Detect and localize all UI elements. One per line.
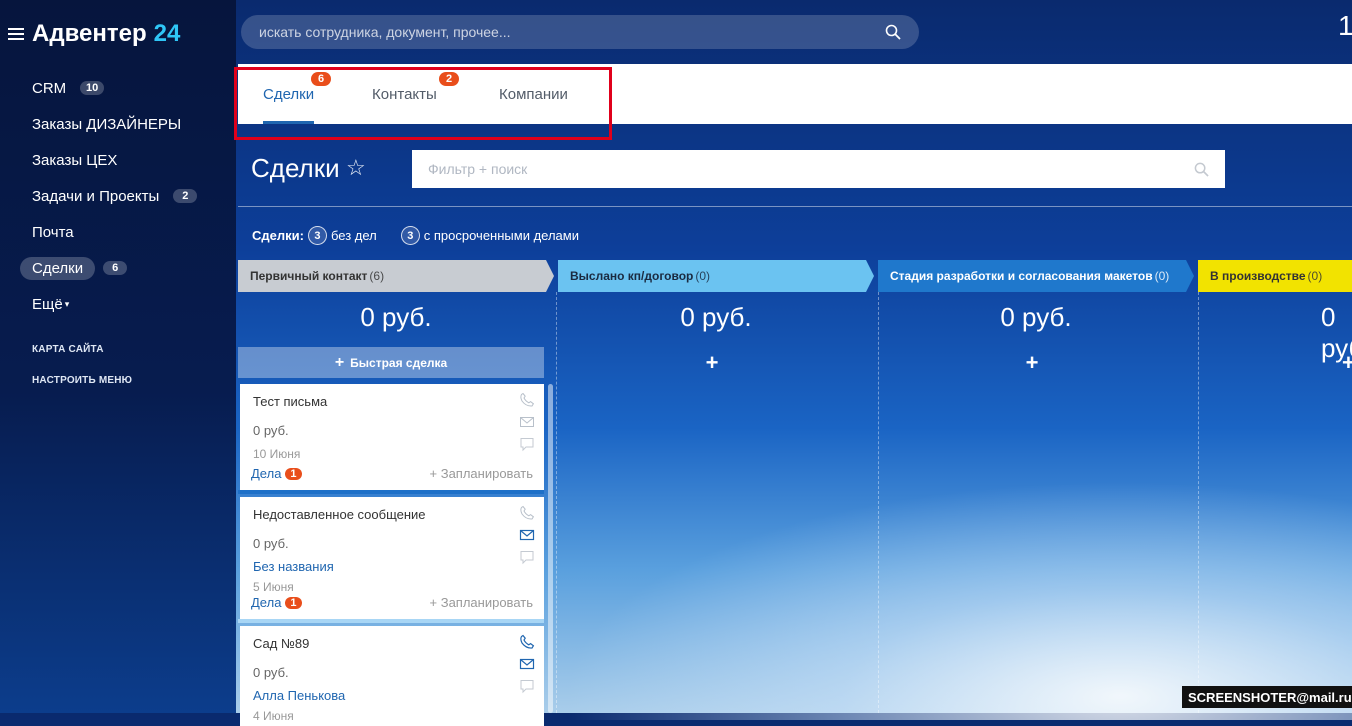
stage-sum: 0 руб. xyxy=(360,302,432,332)
sidebar-item-count: 10 xyxy=(80,81,105,95)
stage-header[interactable]: Первичный контакт (6) xyxy=(238,260,554,292)
chat-icon[interactable] xyxy=(519,549,535,565)
sidebar-item-deals[interactable]: Сделки 6 xyxy=(20,250,230,286)
search-placeholder: искать сотрудника, документ, прочее... xyxy=(259,24,511,40)
brand-name: Адвентер xyxy=(32,20,147,47)
page-title: Сделки xyxy=(251,153,340,183)
deal-actions xyxy=(519,634,535,694)
clock: 1 xyxy=(1338,10,1352,41)
deal-footer: Дела 1 + Запланировать xyxy=(251,466,533,481)
watermark: SCREENSHOTER@mail.ru xyxy=(1182,686,1352,708)
stage-sum: 0 руб. xyxy=(680,302,752,332)
column-scrollbar[interactable] xyxy=(548,384,553,713)
deal-actions xyxy=(519,392,535,452)
deal-sum: 0 руб. xyxy=(253,536,289,551)
stage-sum: 0 руб. xyxy=(1000,302,1072,332)
highlight-box xyxy=(234,67,612,140)
menu-burger-icon[interactable] xyxy=(8,28,24,40)
sidebar-item-tasks[interactable]: Задачи и Проекты 2 xyxy=(20,178,230,214)
add-deal-button[interactable]: + xyxy=(874,350,1190,376)
deal-sum: 0 руб. xyxy=(253,665,289,680)
stats-no-tasks-link[interactable]: без дел xyxy=(331,228,377,243)
brand-number: 24 xyxy=(153,20,181,47)
mail-icon[interactable] xyxy=(519,414,535,430)
deal-date: 10 Июня xyxy=(253,447,301,461)
quick-deal-button[interactable]: + Быстрая сделка xyxy=(238,347,544,378)
deal-footer: Дела 1 + Запланировать xyxy=(251,595,533,610)
deal-title[interactable]: Сад №89 xyxy=(253,636,531,651)
deal-card[interactable]: Недоставленное сообщение 0 руб. Без назв… xyxy=(240,497,544,619)
sitemap-link[interactable]: КАРТА САЙТА xyxy=(20,334,230,365)
logo[interactable]: Адвентер 24 xyxy=(8,20,180,48)
stage-header[interactable]: Выслано кп/договор (0) xyxy=(558,260,874,292)
stats-count[interactable]: 3 xyxy=(307,226,327,245)
deal-client-link[interactable]: Без названия xyxy=(253,559,531,574)
deal-stats: Сделки: 3 без дел 3 с просроченными дела… xyxy=(252,226,579,245)
stats-count[interactable]: 3 xyxy=(400,226,420,245)
deal-tasks-badge: 1 xyxy=(285,596,302,609)
search-input[interactable]: искать сотрудника, документ, прочее... xyxy=(241,15,919,49)
divider xyxy=(238,206,1352,207)
search-icon[interactable] xyxy=(1194,162,1209,177)
filter-search-input[interactable]: Фильтр + поиск xyxy=(412,150,1225,188)
mail-icon[interactable] xyxy=(519,527,535,543)
sidebar-item-designers[interactable]: Заказы ДИЗАЙНЕРЫ xyxy=(20,106,230,142)
sidebar-item-more[interactable]: Ещё ▾ xyxy=(20,286,230,322)
schedule-link[interactable]: + Запланировать xyxy=(430,466,533,481)
deal-tasks-link[interactable]: Дела xyxy=(251,466,281,481)
deal-tasks-link[interactable]: Дела xyxy=(251,595,281,610)
sidebar-item-workshop[interactable]: Заказы ЦЕХ xyxy=(20,142,230,178)
phone-icon[interactable] xyxy=(519,634,535,650)
stats-prefix: Сделки: xyxy=(252,228,304,243)
chevron-down-icon: ▾ xyxy=(64,298,70,309)
chat-icon[interactable] xyxy=(519,436,535,452)
stage-header[interactable]: Стадия разработки и согласования макетов… xyxy=(878,260,1194,292)
schedule-link[interactable]: + Запланировать xyxy=(430,595,533,610)
deal-tasks-badge: 1 xyxy=(285,467,302,480)
sidebar-item-mail[interactable]: Почта xyxy=(20,214,230,250)
phone-icon[interactable] xyxy=(519,505,535,521)
card-status-bar xyxy=(238,619,544,623)
card-status-bar xyxy=(238,490,544,494)
add-deal-button[interactable]: + xyxy=(1194,350,1352,376)
deal-actions xyxy=(519,505,535,565)
stats-overdue-link[interactable]: с просроченными делами xyxy=(424,228,579,243)
sidebar-item-count: 6 xyxy=(103,261,128,275)
phone-icon[interactable] xyxy=(519,392,535,408)
deal-sum: 0 руб. xyxy=(253,423,289,438)
deal-client-link[interactable]: Алла Пенькова xyxy=(253,688,531,703)
search-icon[interactable] xyxy=(885,24,901,40)
deal-title[interactable]: Недоставленное сообщение xyxy=(253,507,531,522)
filter-placeholder: Фильтр + поиск xyxy=(428,161,528,177)
deal-card[interactable]: Тест письма 0 руб. 10 Июня Дела 1 + Запл… xyxy=(240,384,544,490)
mail-icon[interactable] xyxy=(519,656,535,672)
add-deal-button[interactable]: + xyxy=(554,350,870,376)
plus-icon: + xyxy=(334,353,345,371)
stage-header[interactable]: В производстве (0) xyxy=(1198,260,1352,292)
deal-card[interactable]: Сад №89 0 руб. Алла Пенькова 4 Июня xyxy=(240,626,544,726)
chat-icon[interactable] xyxy=(519,678,535,694)
deal-date: 5 Июня xyxy=(253,580,294,594)
background-clouds xyxy=(560,480,1352,720)
deal-date: 4 Июня xyxy=(253,709,294,723)
sidebar-menu: CRM 10 Заказы ДИЗАЙНЕРЫ Заказы ЦЕХ Задачи… xyxy=(20,70,230,396)
configure-menu-link[interactable]: НАСТРОИТЬ МЕНЮ xyxy=(20,365,230,396)
sidebar-item-crm[interactable]: CRM 10 xyxy=(20,70,230,106)
sidebar-item-count: 2 xyxy=(173,189,198,203)
deal-title[interactable]: Тест письма xyxy=(253,394,531,409)
star-icon[interactable]: ☆ xyxy=(346,155,366,181)
